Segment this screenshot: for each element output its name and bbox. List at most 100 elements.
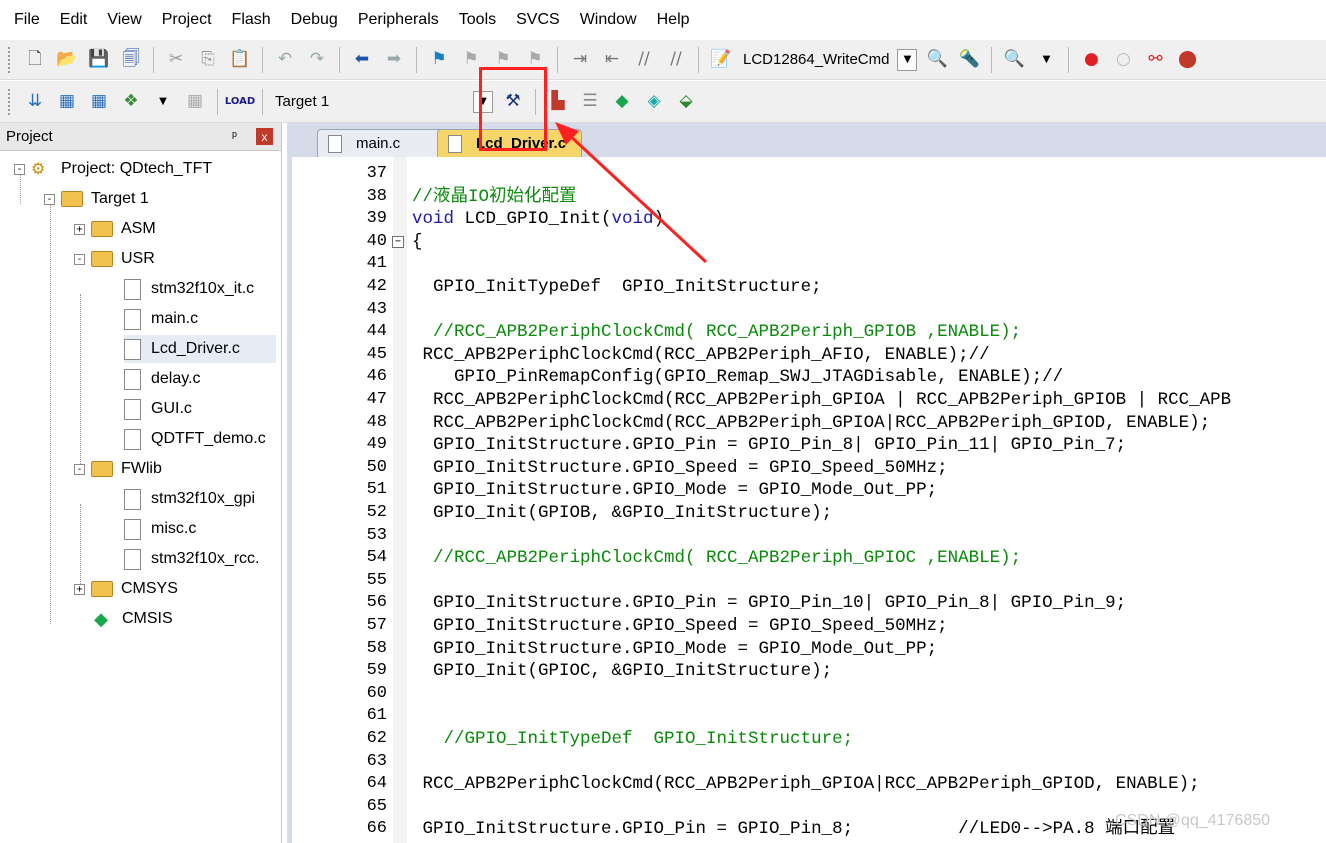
toolbar-grip[interactable]: [8, 46, 13, 73]
c-file-icon: [124, 338, 141, 360]
chevron-down-icon[interactable]: ▼: [149, 88, 177, 116]
file-toolbar: 🗋 📂 💾 🗐 ✂ ⎘ 📋 ↶ ↷ ⬅ ➡ ⚑ ⚑ ⚑ ⚑ ⇥ ⇤ // // …: [0, 40, 1326, 80]
line-number: 40: [366, 231, 387, 251]
nav-back-icon[interactable]: ⬅: [348, 46, 376, 74]
build-icon[interactable]: ▦: [53, 88, 81, 116]
collapse-icon[interactable]: -: [74, 253, 85, 265]
rebuild-icon[interactable]: ▦: [85, 88, 113, 116]
tree-file[interactable]: stm32f10x_it.c: [124, 275, 254, 303]
tree-group-asm[interactable]: + ASM: [74, 215, 156, 243]
menu-debug[interactable]: Debug: [281, 0, 348, 40]
uncomment-icon[interactable]: //: [662, 46, 690, 74]
chevron-down-icon[interactable]: ▼: [897, 48, 918, 71]
tree-group-usr[interactable]: - USR: [74, 245, 155, 273]
event-recorder-icon[interactable]: ⬙: [672, 88, 700, 116]
line-number: 60: [366, 683, 387, 703]
save-all-icon[interactable]: 🗐: [117, 46, 145, 74]
fold-collapse-icon[interactable]: −: [392, 235, 404, 248]
tree-target[interactable]: - Target 1: [44, 185, 149, 213]
translate-icon[interactable]: ⇊: [21, 88, 49, 116]
tree-file[interactable]: stm32f10x_gpi: [124, 485, 276, 513]
unindent-icon[interactable]: ⇤: [598, 46, 626, 74]
manage-rte-icon[interactable]: ◆: [608, 88, 636, 116]
manage-project-items-icon[interactable]: ▙: [544, 88, 572, 116]
nav-forward-icon[interactable]: ➡: [380, 46, 408, 74]
open-folder-icon[interactable]: 📂: [53, 46, 81, 74]
file-label: Lcd_Driver.c: [151, 340, 240, 357]
file-label: delay.c: [151, 370, 201, 387]
indent-icon[interactable]: ⇥: [566, 46, 594, 74]
tree-file[interactable]: delay.c: [124, 365, 201, 393]
menu-peripherals[interactable]: Peripherals: [348, 0, 449, 40]
tree-file[interactable]: GUI.c: [124, 395, 192, 423]
file-label: stm32f10x_rcc.: [151, 550, 260, 567]
tree-file[interactable]: misc.c: [124, 515, 196, 543]
find-icon[interactable]: 🔍: [923, 46, 951, 74]
separator: [339, 46, 340, 73]
stop-build-icon[interactable]: ▦: [181, 88, 209, 116]
tab-label: main.c: [356, 135, 401, 152]
download-load-icon[interactable]: LOAD: [225, 88, 255, 116]
incremental-find-icon[interactable]: 🔦: [955, 46, 983, 74]
menu-edit[interactable]: Edit: [50, 0, 98, 40]
save-icon[interactable]: 💾: [85, 46, 113, 74]
tree-group-fwlib[interactable]: - FWlib: [74, 455, 162, 483]
breakpoint-kill-icon[interactable]: ⚯: [1141, 46, 1169, 74]
menu-view[interactable]: View: [97, 0, 151, 40]
expand-icon[interactable]: +: [74, 223, 85, 235]
collapse-icon[interactable]: -: [74, 463, 85, 475]
function-combo-value[interactable]: LCD12864_WriteCmd: [743, 51, 889, 68]
menu-tools[interactable]: Tools: [449, 0, 506, 40]
cut-icon[interactable]: ✂: [162, 46, 190, 74]
highlight-box: [479, 67, 547, 151]
line-number: 53: [366, 525, 387, 545]
find-in-files-icon[interactable]: 📝: [707, 46, 735, 74]
undo-icon[interactable]: ↶: [271, 46, 299, 74]
expand-icon[interactable]: +: [74, 583, 85, 595]
comment-icon[interactable]: //: [630, 46, 658, 74]
pin-icon[interactable]: ᵖ: [232, 128, 237, 143]
select-packs-icon[interactable]: ☰: [576, 88, 604, 116]
line-number: 39: [366, 209, 387, 229]
menu-help[interactable]: Help: [647, 0, 700, 40]
new-file-icon[interactable]: 🗋: [21, 46, 49, 74]
debug-session-icon[interactable]: 🔍: [1000, 46, 1028, 74]
tree-file[interactable]: stm32f10x_rcc.: [124, 545, 276, 573]
bookmark-icon[interactable]: ⚑: [425, 46, 453, 74]
breakpoint-kill-all-icon[interactable]: ⬤: [1173, 46, 1201, 74]
separator: [416, 46, 417, 73]
menu-file[interactable]: File: [4, 0, 50, 40]
collapse-icon[interactable]: -: [14, 163, 25, 175]
tree-file[interactable]: QDTFT_demo.c: [124, 425, 276, 453]
project-root-label: Project: QDtech_TFT: [61, 160, 213, 177]
code-line: GPIO_InitStructure.GPIO_Pin = GPIO_Pin_1…: [412, 593, 1127, 614]
line-number: 50: [366, 457, 387, 477]
tree-file-selected[interactable]: Lcd_Driver.c: [124, 335, 276, 363]
menu-svcs[interactable]: SVCS: [506, 0, 570, 40]
menu-window[interactable]: Window: [570, 0, 647, 40]
close-icon[interactable]: x: [256, 128, 273, 145]
code-line: GPIO_Init(GPIOC, &GPIO_InitStructure);: [412, 661, 833, 682]
chevron-down-icon[interactable]: ▼: [1032, 46, 1060, 74]
tree-file[interactable]: main.c: [124, 305, 198, 333]
code-editor[interactable]: 37 38 39 40−41 42 43 44 45 46 47 48 49 50 51 52 53 54 55 5…: [287, 157, 1326, 843]
breakpoint-icon[interactable]: ●: [1077, 46, 1105, 74]
tree-component-cmsis[interactable]: ◆ CMSIS: [92, 605, 173, 633]
line-number: 64: [366, 774, 387, 794]
redo-icon[interactable]: ↷: [303, 46, 331, 74]
line-number: 65: [366, 796, 387, 816]
line-number: 61: [366, 706, 387, 726]
paste-icon[interactable]: 📋: [226, 46, 254, 74]
toolbar-grip[interactable]: [8, 88, 13, 115]
tab-main-c[interactable]: main.c: [317, 129, 457, 157]
tree-project-root[interactable]: - ⚙ Project: QDtech_TFT: [14, 155, 212, 183]
tree-group-cmsys[interactable]: + CMSYS: [74, 575, 178, 603]
pack-installer-icon[interactable]: ◈: [640, 88, 668, 116]
target-combo-value[interactable]: Target 1: [275, 93, 465, 110]
collapse-icon[interactable]: -: [44, 193, 55, 205]
batch-build-icon[interactable]: ❖: [117, 88, 145, 116]
copy-icon[interactable]: ⎘: [194, 46, 222, 74]
menu-flash[interactable]: Flash: [222, 0, 281, 40]
menu-project[interactable]: Project: [152, 0, 222, 40]
breakpoint-disable-icon[interactable]: ○: [1109, 46, 1137, 74]
